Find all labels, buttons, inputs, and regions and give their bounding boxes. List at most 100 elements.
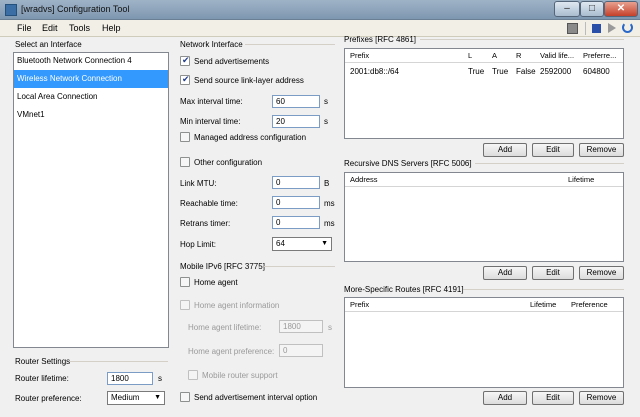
reachable-time-input[interactable]: 0 bbox=[272, 196, 320, 209]
send-adv-interval-checkbox[interactable] bbox=[180, 392, 190, 402]
router-lifetime-input[interactable]: 1800 bbox=[107, 372, 153, 385]
divider bbox=[245, 44, 335, 45]
grid-header: Prefix Lifetime Preference bbox=[345, 298, 623, 312]
send-source-lla-label: Send source link-layer address bbox=[194, 76, 304, 85]
list-item[interactable]: VMnet1 bbox=[14, 106, 168, 124]
home-agent-lifetime-input[interactable]: 1800 bbox=[279, 320, 323, 333]
route-remove-button[interactable]: Remove bbox=[579, 391, 624, 405]
network-interface-title: Network Interface bbox=[180, 40, 243, 49]
list-item[interactable]: Local Area Connection bbox=[14, 88, 168, 106]
prefix-add-button[interactable]: Add bbox=[483, 143, 527, 157]
retrans-timer-input[interactable]: 0 bbox=[272, 216, 320, 229]
prefixes-title: Prefixes [RFC 4861] bbox=[344, 35, 417, 44]
menu-help[interactable]: Help bbox=[102, 23, 121, 33]
window-title: [wradvs] Configuration Tool bbox=[21, 4, 130, 14]
divider bbox=[264, 266, 335, 267]
prefix-remove-button[interactable]: Remove bbox=[579, 143, 624, 157]
router-lifetime-label: Router lifetime: bbox=[15, 374, 69, 383]
router-preference-select[interactable]: Medium ▼ bbox=[107, 391, 165, 405]
chevron-down-icon: ▼ bbox=[154, 394, 161, 401]
divider bbox=[70, 361, 168, 362]
send-source-lla-checkbox[interactable] bbox=[180, 74, 190, 85]
unit-label: ms bbox=[324, 199, 335, 208]
router-preference-label: Router preference: bbox=[15, 394, 82, 403]
home-agent-info-label: Home agent information bbox=[194, 301, 280, 310]
select-interface-label: Select an Interface bbox=[15, 40, 82, 49]
dns-title: Recursive DNS Servers [RFC 5006] bbox=[344, 159, 472, 168]
column-header[interactable]: Prefix bbox=[350, 298, 369, 312]
table-cell: 2001:db8::/64 bbox=[350, 67, 399, 76]
table-row[interactable]: 2001:db8::/64 True True False 2592000 60… bbox=[345, 65, 623, 79]
send-advertisements-checkbox[interactable] bbox=[180, 55, 190, 66]
retrans-timer-label: Retrans timer: bbox=[180, 219, 231, 228]
router-settings-title: Router Settings bbox=[15, 357, 71, 366]
divider bbox=[475, 163, 624, 164]
mobile-router-checkbox[interactable] bbox=[188, 370, 198, 380]
home-agent-label: Home agent bbox=[194, 278, 238, 287]
hop-limit-select[interactable]: 64 ▼ bbox=[272, 237, 332, 251]
menu-tools[interactable]: Tools bbox=[69, 23, 90, 33]
divider bbox=[463, 289, 624, 290]
divider bbox=[420, 39, 624, 40]
dns-remove-button[interactable]: Remove bbox=[579, 266, 624, 280]
unit-label: s bbox=[324, 97, 328, 106]
table-cell: True bbox=[492, 67, 509, 76]
dns-edit-button[interactable]: Edit bbox=[532, 266, 574, 280]
max-interval-input[interactable]: 60 bbox=[272, 95, 320, 108]
minimize-button[interactable]: – bbox=[554, 1, 580, 17]
save-icon[interactable] bbox=[567, 23, 578, 34]
route-edit-button[interactable]: Edit bbox=[532, 391, 574, 405]
menu-edit[interactable]: Edit bbox=[42, 23, 58, 33]
close-button[interactable]: ✕ bbox=[604, 1, 638, 17]
mobile-router-label: Mobile router support bbox=[202, 371, 278, 380]
mobile-ipv6-title: Mobile IPv6 [RFC 3775] bbox=[180, 262, 265, 271]
managed-config-label: Managed address configuration bbox=[194, 133, 307, 142]
link-mtu-input[interactable]: 0 bbox=[272, 176, 320, 189]
home-agent-info-checkbox[interactable] bbox=[180, 300, 190, 310]
unit-label: ms bbox=[324, 219, 335, 228]
stop-icon[interactable] bbox=[592, 24, 601, 33]
menu-file[interactable]: File bbox=[17, 23, 32, 33]
column-header[interactable]: Lifetime bbox=[568, 173, 594, 187]
column-header[interactable]: Lifetime bbox=[530, 298, 556, 312]
unit-label: s bbox=[158, 374, 162, 383]
other-config-checkbox[interactable] bbox=[180, 157, 190, 167]
column-header[interactable]: Address bbox=[350, 173, 378, 187]
table-cell: 2592000 bbox=[540, 67, 572, 76]
table-cell: False bbox=[516, 67, 536, 76]
route-add-button[interactable]: Add bbox=[483, 391, 527, 405]
unit-label: s bbox=[324, 117, 328, 126]
column-header[interactable]: Valid life... bbox=[540, 49, 580, 63]
min-interval-input[interactable]: 20 bbox=[272, 115, 320, 128]
home-agent-checkbox[interactable] bbox=[180, 277, 190, 287]
min-interval-label: Min interval time: bbox=[180, 117, 241, 126]
managed-config-checkbox[interactable] bbox=[180, 132, 190, 142]
send-adv-interval-label: Send advertisement interval option bbox=[194, 393, 318, 402]
home-agent-preference-input[interactable]: 0 bbox=[279, 344, 323, 357]
column-header[interactable]: R bbox=[516, 49, 521, 63]
select-value: 64 bbox=[276, 239, 285, 248]
refresh-icon[interactable] bbox=[622, 22, 633, 33]
column-header[interactable]: L bbox=[468, 49, 472, 63]
select-value: Medium bbox=[111, 393, 140, 402]
column-header[interactable]: Preference bbox=[571, 298, 608, 312]
table-cell: True bbox=[468, 67, 485, 76]
home-agent-lifetime-label: Home agent lifetime: bbox=[188, 323, 262, 332]
menu-bar bbox=[0, 20, 640, 37]
play-icon[interactable] bbox=[608, 23, 616, 33]
list-item[interactable]: Bluetooth Network Connection 4 bbox=[14, 52, 168, 70]
maximize-button[interactable]: □ bbox=[580, 1, 604, 17]
column-header[interactable]: A bbox=[492, 49, 497, 63]
prefix-edit-button[interactable]: Edit bbox=[532, 143, 574, 157]
routes-title: More-Specific Routes [RFC 4191] bbox=[344, 285, 464, 294]
grid-header: Prefix L A R Valid life... Preferre... bbox=[345, 49, 623, 63]
dns-add-button[interactable]: Add bbox=[483, 266, 527, 280]
list-item-selected[interactable]: Wireless Network Connection bbox=[14, 70, 168, 88]
max-interval-label: Max interval time: bbox=[180, 97, 243, 106]
other-config-label: Other configuration bbox=[194, 158, 263, 167]
chevron-down-icon: ▼ bbox=[321, 240, 328, 247]
column-header[interactable]: Preferre... bbox=[583, 49, 621, 63]
column-header[interactable]: Prefix bbox=[350, 49, 369, 63]
hop-limit-label: Hop Limit: bbox=[180, 240, 217, 249]
table-cell: 604800 bbox=[583, 67, 610, 76]
